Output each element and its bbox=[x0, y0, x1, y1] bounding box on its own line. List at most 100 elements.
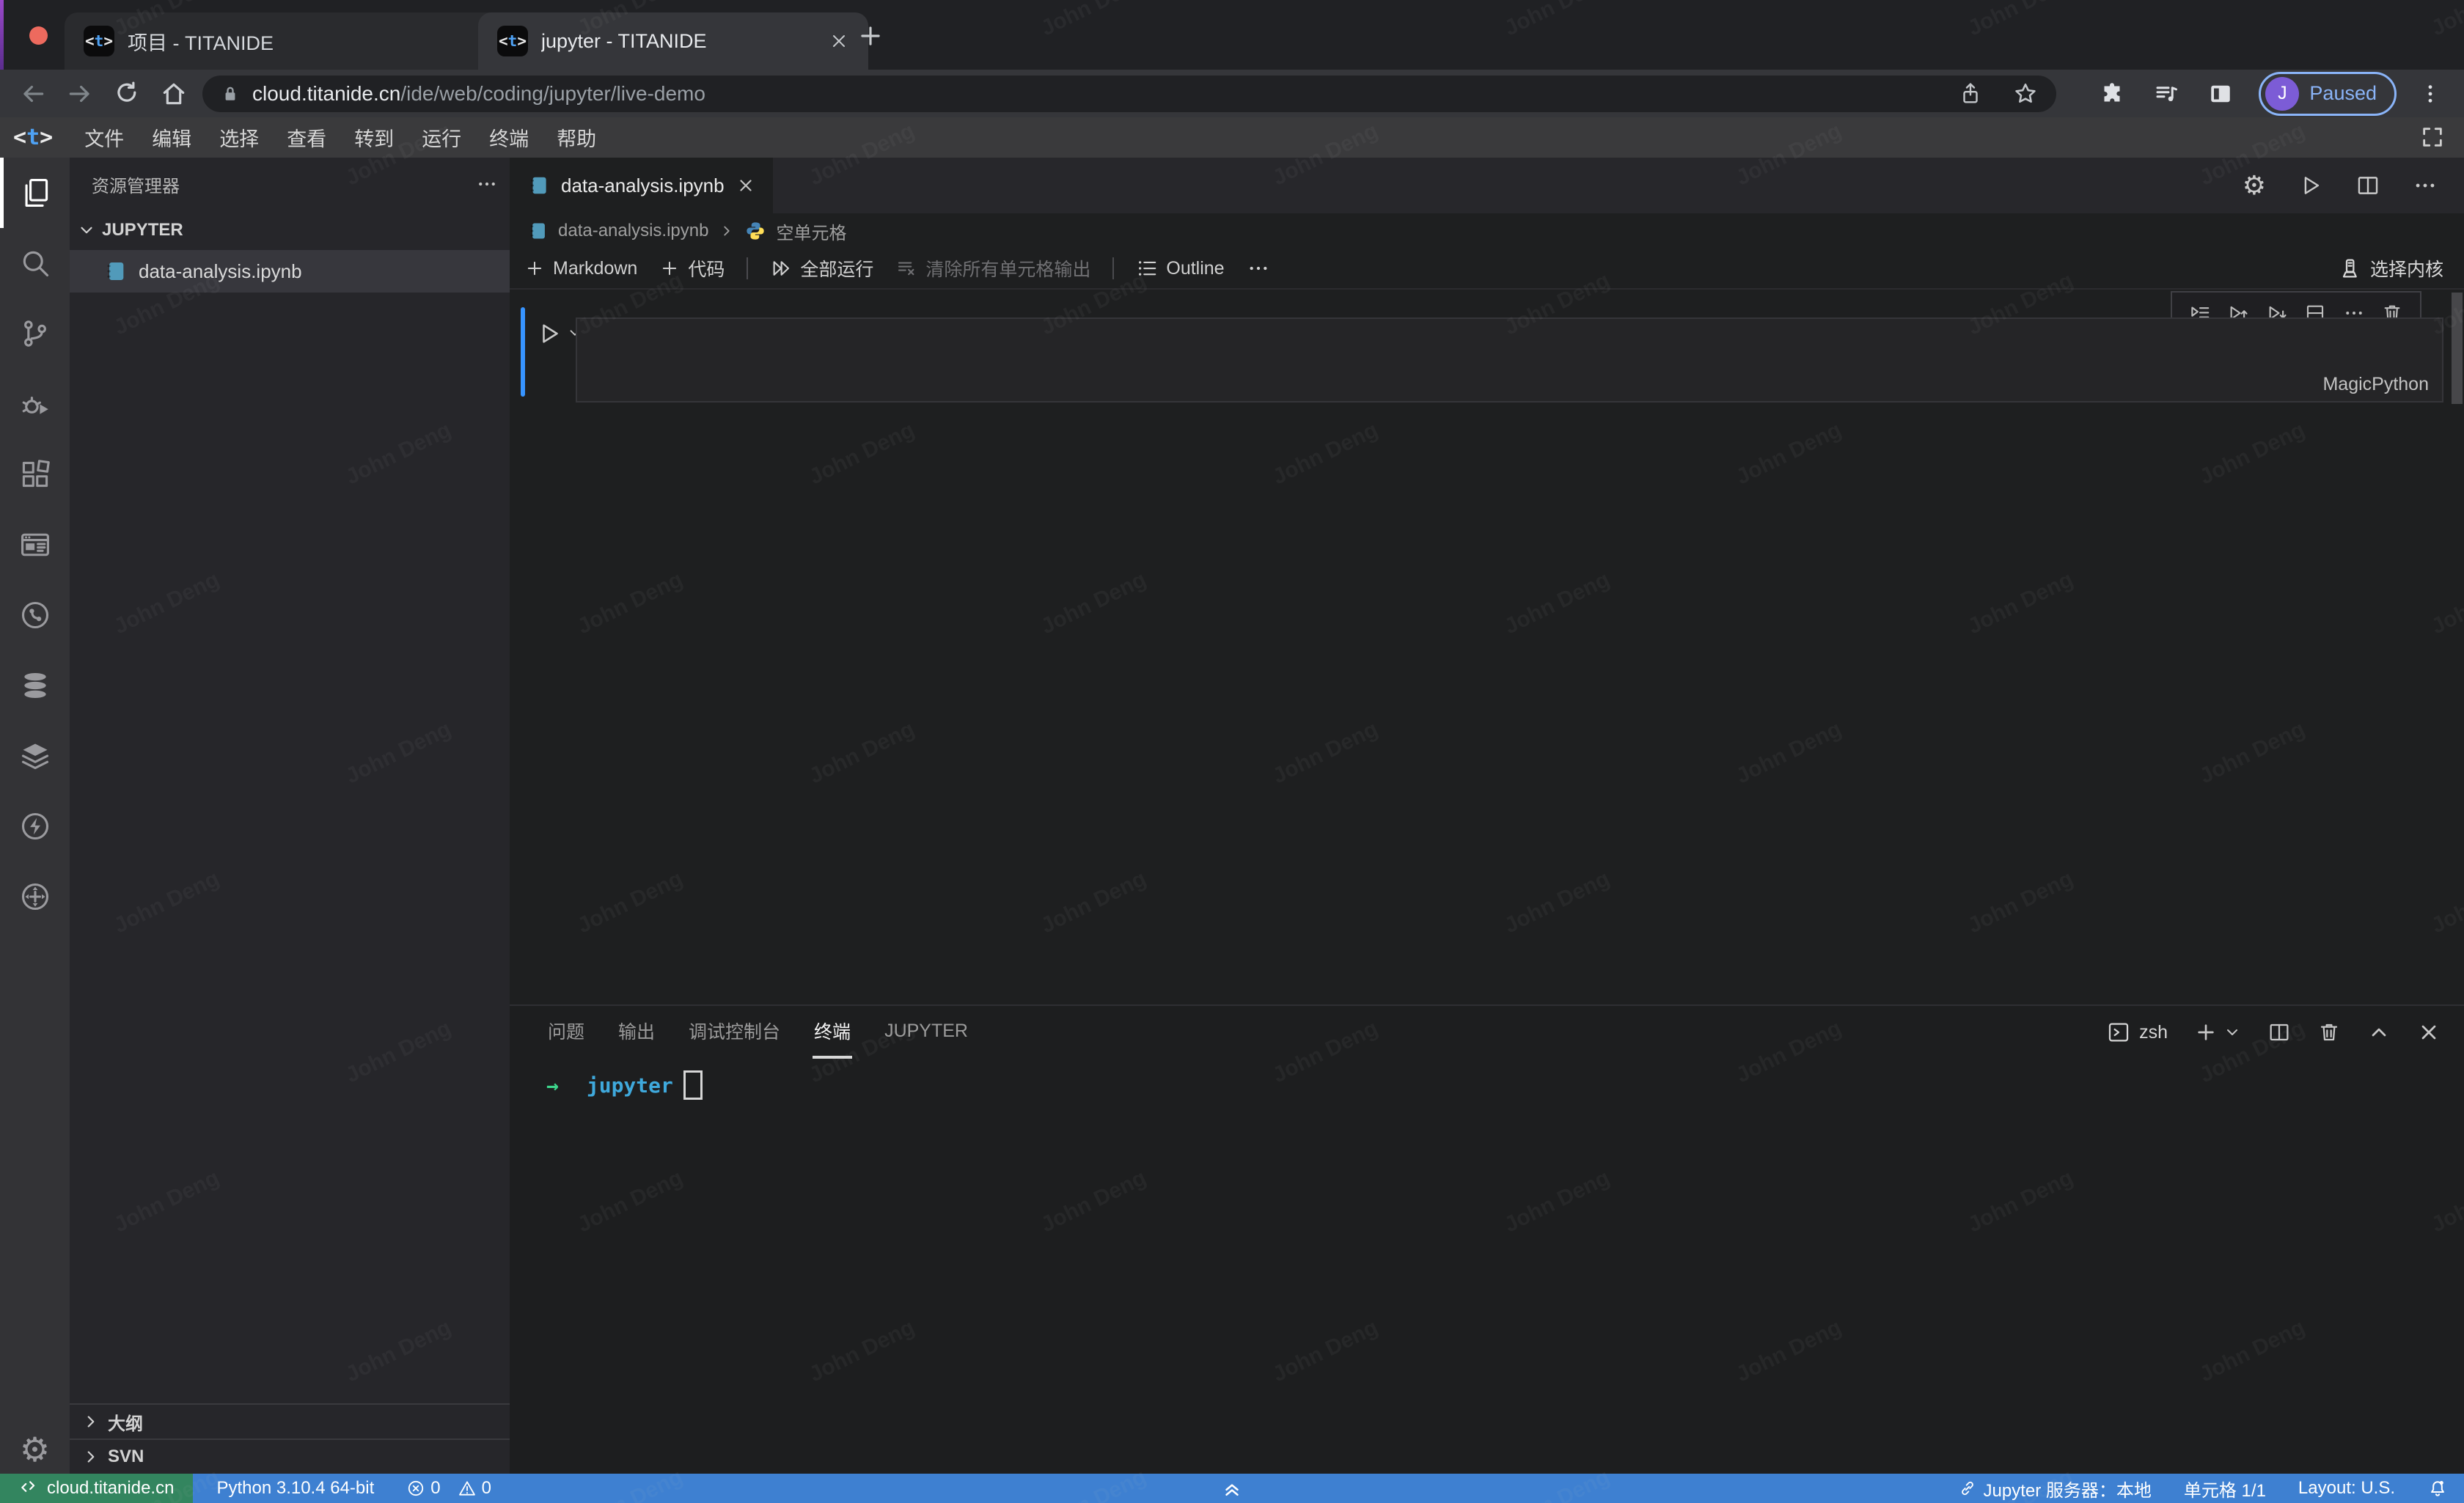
sidebar-section-jupyter[interactable]: JUPYTER bbox=[70, 210, 510, 250]
clear-outputs-icon bbox=[895, 257, 917, 279]
media-controls-icon[interactable] bbox=[2153, 81, 2179, 107]
home-icon[interactable] bbox=[160, 80, 188, 108]
bottom-panel: 问题 输出 调试控制台 终端 JUPYTER zsh bbox=[510, 1004, 2464, 1474]
editor-tab-notebook[interactable]: data-analysis.ipynb bbox=[510, 158, 773, 213]
editor-scrollbar[interactable] bbox=[2452, 293, 2463, 404]
sidebar-section-svn[interactable]: SVN bbox=[70, 1438, 510, 1474]
menu-view[interactable]: 查看 bbox=[274, 123, 339, 152]
panel-tab-jupyter[interactable]: JUPYTER bbox=[883, 1009, 969, 1056]
toolbar-separator bbox=[747, 257, 748, 279]
menu-go[interactable]: 转到 bbox=[342, 123, 406, 152]
select-kernel-button[interactable]: 选择内核 bbox=[2338, 255, 2464, 282]
source-control-icon[interactable] bbox=[0, 298, 70, 369]
link-icon bbox=[1958, 1479, 1977, 1498]
breadcrumb-file[interactable]: data-analysis.ipynb bbox=[558, 221, 708, 241]
address-bar[interactable]: cloud.titanide.cn/ide/web/coding/jupyter… bbox=[202, 76, 2056, 112]
explorer-icon[interactable] bbox=[0, 158, 70, 228]
menu-terminal[interactable]: 终端 bbox=[477, 123, 541, 152]
terminal-shell-chip[interactable]: zsh bbox=[2107, 1021, 2168, 1044]
notifications-bell-icon[interactable] bbox=[2427, 1478, 2448, 1499]
split-terminal-icon[interactable] bbox=[2267, 1021, 2291, 1044]
new-tab-icon[interactable] bbox=[857, 22, 884, 50]
breadcrumbs: data-analysis.ipynb 空单元格 bbox=[510, 213, 2464, 249]
editor-actions: ⚙ bbox=[2243, 158, 2464, 213]
shell-label: zsh bbox=[2139, 1022, 2168, 1043]
bookmark-star-icon[interactable] bbox=[2012, 81, 2039, 107]
manage-gear-icon[interactable]: ⚙ bbox=[20, 1433, 50, 1466]
run-notebook-icon[interactable] bbox=[2298, 173, 2323, 198]
remote-tools-icon[interactable] bbox=[0, 861, 70, 932]
more-actions-icon[interactable] bbox=[2413, 173, 2438, 198]
split-editor-icon[interactable] bbox=[2355, 173, 2380, 198]
share-icon[interactable] bbox=[1958, 81, 1983, 106]
chevron-right-icon bbox=[719, 223, 735, 239]
panel-tab-debug-console[interactable]: 调试控制台 bbox=[687, 1006, 782, 1059]
close-window-button[interactable] bbox=[29, 26, 48, 45]
run-all-button[interactable]: 全部运行 bbox=[770, 255, 873, 282]
titanide-favicon: <t> bbox=[84, 26, 114, 56]
panel-tab-output[interactable]: 输出 bbox=[617, 1006, 656, 1059]
close-panel-icon[interactable] bbox=[2417, 1021, 2441, 1044]
menu-edit[interactable]: 编辑 bbox=[139, 123, 204, 152]
chevron-down-icon[interactable] bbox=[2223, 1024, 2241, 1041]
layers-docker-icon[interactable] bbox=[0, 721, 70, 791]
maximize-panel-icon[interactable] bbox=[2367, 1021, 2391, 1044]
add-markdown-button[interactable]: Markdown bbox=[524, 258, 637, 279]
breadcrumb-cell[interactable]: 空单元格 bbox=[776, 218, 846, 244]
problems-indicator[interactable]: 0 0 bbox=[406, 1478, 491, 1499]
jupyter-server-label: Jupyter 服务器：本地 bbox=[1984, 1476, 2152, 1502]
explorer-actions-icon[interactable] bbox=[476, 173, 498, 195]
toolbar-more-icon[interactable] bbox=[1247, 257, 1270, 280]
close-editor-tab-icon[interactable] bbox=[736, 176, 755, 195]
browser-menu-icon[interactable] bbox=[2419, 82, 2442, 106]
back-icon[interactable] bbox=[19, 80, 47, 108]
add-code-button[interactable]: 代码 bbox=[659, 255, 725, 282]
power-runner-icon[interactable] bbox=[0, 791, 70, 861]
chevron-right-icon bbox=[81, 1412, 100, 1431]
fullscreen-icon[interactable] bbox=[2420, 125, 2445, 150]
run-debug-icon[interactable] bbox=[0, 369, 70, 439]
forward-icon[interactable] bbox=[66, 80, 94, 108]
new-terminal-button[interactable] bbox=[2194, 1021, 2241, 1044]
layout-label: Layout: U.S. bbox=[2298, 1478, 2395, 1499]
close-tab-icon[interactable] bbox=[829, 31, 849, 51]
cell-language-label[interactable]: MagicPython bbox=[2322, 374, 2429, 395]
remote-indicator[interactable]: cloud.titanide.cn bbox=[0, 1474, 193, 1503]
layout-indicator[interactable]: Layout: U.S. bbox=[2298, 1478, 2395, 1499]
outline-button[interactable]: Outline bbox=[1136, 257, 1224, 279]
clear-outputs-button[interactable]: 清除所有单元格输出 bbox=[895, 255, 1090, 282]
sidebar-header: 资源管理器 bbox=[70, 158, 510, 210]
activity-bar: ⚙ bbox=[0, 158, 70, 1474]
menu-file[interactable]: 文件 bbox=[72, 123, 136, 152]
git-provider-icon[interactable] bbox=[0, 580, 70, 650]
terminal-view[interactable]: → jupyter bbox=[510, 1059, 2464, 1474]
reload-icon[interactable] bbox=[113, 80, 141, 108]
menu-run[interactable]: 运行 bbox=[409, 123, 474, 152]
file-row-notebook[interactable]: data-analysis.ipynb bbox=[70, 250, 510, 293]
extensions-icon[interactable] bbox=[0, 439, 70, 510]
cell-indicator[interactable]: 单元格 1/1 bbox=[2184, 1476, 2266, 1502]
remote-browser-icon[interactable] bbox=[0, 510, 70, 580]
profile-chip[interactable]: J Paused bbox=[2259, 72, 2397, 116]
notebook-settings-gear-icon[interactable]: ⚙ bbox=[2243, 172, 2266, 199]
database-icon[interactable] bbox=[0, 650, 70, 721]
side-panel-icon[interactable] bbox=[2207, 81, 2234, 107]
menu-selection[interactable]: 选择 bbox=[207, 123, 271, 152]
kill-terminal-icon[interactable] bbox=[2317, 1021, 2341, 1044]
titanide-favicon: <t> bbox=[497, 26, 528, 56]
jupyter-server-indicator[interactable]: Jupyter 服务器：本地 bbox=[1958, 1476, 2152, 1502]
chevron-down-icon bbox=[77, 221, 96, 240]
browser-tab-jupyter[interactable]: <t> jupyter - TITANIDE bbox=[478, 12, 868, 70]
sidebar-section-outline[interactable]: 大纲 bbox=[70, 1403, 510, 1438]
browser-tab-project[interactable]: <t> 项目 - TITANIDE bbox=[65, 12, 513, 70]
search-icon[interactable] bbox=[0, 228, 70, 298]
extensions-puzzle-icon[interactable] bbox=[2099, 81, 2125, 107]
menu-help[interactable]: 帮助 bbox=[544, 123, 609, 152]
expand-panel-chevrons-icon[interactable] bbox=[1221, 1477, 1243, 1499]
cell-code-editor[interactable]: MagicPython bbox=[576, 317, 2443, 403]
python-interpreter[interactable]: Python 3.10.4 64-bit bbox=[216, 1478, 374, 1499]
chevron-right-icon bbox=[81, 1447, 100, 1466]
panel-tab-problems[interactable]: 问题 bbox=[546, 1006, 586, 1059]
panel-tab-terminal[interactable]: 终端 bbox=[813, 1006, 852, 1059]
warning-icon bbox=[458, 1479, 477, 1498]
